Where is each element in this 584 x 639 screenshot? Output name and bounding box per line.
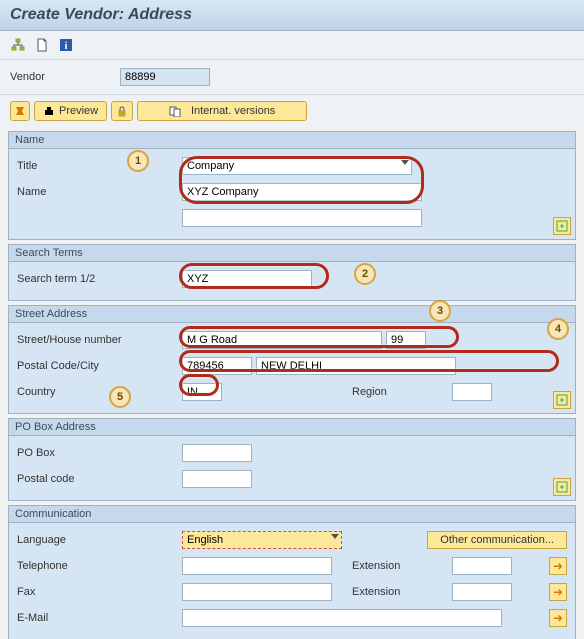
name-panel: Name Title Company Name 1: [8, 131, 576, 240]
vendor-label: Vendor: [10, 71, 100, 83]
vendor-input[interactable]: [120, 68, 210, 86]
ext1-label: Extension: [352, 560, 452, 572]
telephone-input[interactable]: [182, 557, 332, 575]
toolbar: i: [0, 31, 584, 60]
info-icon[interactable]: i: [58, 37, 74, 53]
country-input[interactable]: [182, 383, 222, 401]
name-input[interactable]: [182, 183, 422, 201]
email-label: E-Mail: [17, 612, 182, 624]
street-panel: Street Address Street/House number Posta…: [8, 305, 576, 414]
country-label: Country: [17, 386, 182, 398]
ext2-input[interactable]: [452, 583, 512, 601]
ext2-label: Extension: [352, 586, 452, 598]
pobox-postal-label: Postal code: [17, 473, 182, 485]
other-communication-button[interactable]: Other communication...: [427, 531, 567, 549]
lock-button[interactable]: [111, 101, 133, 121]
name-expand-button[interactable]: [553, 217, 571, 235]
title-label: Title: [17, 160, 182, 172]
vendor-row: Vendor: [0, 60, 584, 95]
search-input[interactable]: [182, 270, 312, 288]
pobox-label: PO Box: [17, 447, 182, 459]
fax-input[interactable]: [182, 583, 332, 601]
fax-label: Fax: [17, 586, 182, 598]
name2-input[interactable]: [182, 209, 422, 227]
fax-more-button[interactable]: ➜: [549, 583, 567, 601]
email-input[interactable]: [182, 609, 502, 627]
pobox-expand-button[interactable]: [553, 478, 571, 496]
expand-button[interactable]: [10, 101, 30, 121]
internat-label: Internat. versions: [191, 105, 275, 117]
document-icon[interactable]: [34, 37, 50, 53]
postal-input[interactable]: [182, 357, 252, 375]
comm-legend: Communication: [9, 506, 575, 523]
preview-label: Preview: [59, 105, 98, 117]
title-select[interactable]: Company: [182, 157, 412, 175]
hierarchy-icon[interactable]: [10, 37, 26, 53]
language-select[interactable]: English: [182, 531, 342, 549]
search-panel: Search Terms Search term 1/2 2: [8, 244, 576, 301]
pobox-legend: PO Box Address: [9, 419, 575, 436]
action-row: Preview Internat. versions: [0, 95, 584, 127]
region-label: Region: [352, 386, 452, 398]
house-input[interactable]: [386, 331, 426, 349]
page-header: Create Vendor: Address: [0, 0, 584, 31]
ext1-input[interactable]: [452, 557, 512, 575]
pobox-postal-input[interactable]: [182, 470, 252, 488]
preview-button[interactable]: Preview: [34, 101, 107, 121]
region-input[interactable]: [452, 383, 492, 401]
language-label: Language: [17, 534, 182, 546]
search-label: Search term 1/2: [17, 273, 182, 285]
search-legend: Search Terms: [9, 245, 575, 262]
street-legend: Street Address: [9, 306, 575, 323]
street-input[interactable]: [182, 331, 382, 349]
telephone-more-button[interactable]: ➜: [549, 557, 567, 575]
pobox-panel: PO Box Address PO Box Postal code: [8, 418, 576, 501]
telephone-label: Telephone: [17, 560, 182, 572]
name-legend: Name: [9, 132, 575, 149]
page-title: Create Vendor: Address: [10, 6, 574, 24]
internat-versions-button[interactable]: Internat. versions: [137, 101, 307, 121]
email-more-button[interactable]: ➜: [549, 609, 567, 627]
svg-text:i: i: [65, 41, 68, 52]
street-label: Street/House number: [17, 334, 182, 346]
postal-label: Postal Code/City: [17, 360, 182, 372]
street-expand-button[interactable]: [553, 391, 571, 409]
pobox-input[interactable]: [182, 444, 252, 462]
city-input[interactable]: [256, 357, 456, 375]
name-label: Name: [17, 186, 182, 198]
